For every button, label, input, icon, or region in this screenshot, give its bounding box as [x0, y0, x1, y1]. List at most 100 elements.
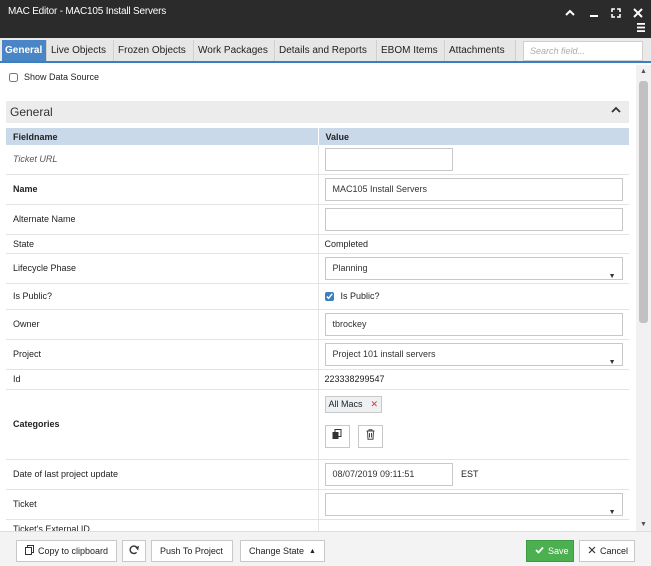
trash-icon: [366, 429, 375, 443]
tab-ebom-items[interactable]: EBOM Items: [378, 40, 445, 61]
is-public-checkbox-label: Is Public?: [340, 291, 380, 301]
delete-category-button[interactable]: [358, 424, 384, 448]
chevron-up-icon[interactable]: [611, 105, 621, 117]
is-public-toggle[interactable]: Is Public?: [324, 291, 623, 301]
tab-attachments[interactable]: Attachments: [446, 40, 516, 61]
copy-icon: [332, 429, 342, 443]
name-input[interactable]: MAC105 Install Servers: [324, 177, 623, 201]
show-data-source-checkbox[interactable]: [9, 72, 18, 82]
caret-down-icon: ▼: [608, 508, 616, 516]
show-data-source-label: Show Data Source: [24, 72, 100, 82]
field-label-project: Project: [6, 339, 319, 370]
vertical-scrollbar[interactable]: ▲ ▼: [636, 65, 651, 531]
window-title: MAC Editor - MAC105 Install Servers: [8, 6, 167, 17]
lifecycle-phase-select[interactable]: Planning ▼: [324, 256, 623, 280]
copy-icon: [25, 545, 34, 557]
owner-input[interactable]: tbrockey: [324, 312, 623, 336]
caret-up-icon: ▲: [309, 547, 316, 555]
field-label-ticket: Ticket: [6, 489, 319, 520]
show-data-source[interactable]: Show Data Source: [9, 72, 99, 82]
close-icon: [588, 546, 596, 556]
project-value: Project 101 install servers: [332, 348, 436, 359]
category-chip: All Macs ✕: [324, 395, 383, 413]
table-row: Categories All Macs ✕: [6, 389, 629, 460]
table-row: Ticket's External ID: [6, 519, 629, 531]
table-row: Lifecycle Phase Planning ▼: [6, 253, 629, 284]
change-state-label: Change State: [249, 546, 305, 556]
table-row: Owner tbrockey: [6, 309, 629, 340]
cancel-button[interactable]: Cancel: [579, 540, 635, 562]
table-row: Project Project 101 install servers ▼: [6, 339, 629, 370]
table-row: Ticket URL: [6, 145, 629, 175]
scroll-up-arrow-icon[interactable]: ▲: [639, 67, 648, 76]
field-label-is-public: Is Public?: [6, 283, 319, 310]
tab-work-packages[interactable]: Work Packages: [195, 40, 275, 61]
field-label-name: Name: [6, 174, 319, 205]
table-row: Is Public? Is Public?: [6, 283, 629, 310]
push-to-project-button[interactable]: Push To Project: [151, 540, 233, 562]
ticket-select[interactable]: ▼: [324, 492, 623, 516]
table-row: Id 223338299547: [6, 369, 629, 390]
fullscreen-icon[interactable]: [609, 6, 623, 20]
field-label-id: Id: [6, 369, 319, 390]
project-select[interactable]: Project 101 install servers ▼: [324, 342, 623, 366]
is-public-checkbox[interactable]: [324, 291, 334, 301]
refresh-button[interactable]: [122, 540, 146, 562]
field-label-owner: Owner: [6, 309, 319, 340]
field-label-categories: Categories: [6, 389, 319, 460]
table-header-row: Fieldname Value: [6, 128, 630, 145]
field-label-state: State: [6, 234, 319, 254]
copy-category-button[interactable]: [324, 424, 350, 448]
remove-chip-icon[interactable]: ✕: [371, 399, 379, 409]
tab-live-objects[interactable]: Live Objects: [48, 40, 114, 61]
save-button[interactable]: Save: [526, 540, 574, 562]
tab-bar: General Live Objects Frozen Objects Work…: [0, 38, 651, 63]
section-header-general[interactable]: General: [6, 101, 629, 123]
category-chip-label: All Macs: [328, 398, 363, 409]
ticket-external-id-value: [318, 519, 629, 531]
menu-icon[interactable]: [634, 20, 648, 34]
field-label-date-last-update: Date of last project update: [6, 459, 319, 490]
field-label-ticket-external-id: Ticket's External ID: [6, 519, 319, 531]
field-label-alternate-name: Alternate Name: [6, 204, 319, 235]
content-area: Show Data Source General Fieldname Value…: [0, 65, 651, 531]
save-label: Save: [548, 546, 569, 556]
search-input[interactable]: [523, 41, 643, 61]
scrollbar-thumb[interactable]: [639, 81, 648, 323]
lifecycle-phase-value: Planning: [332, 262, 368, 273]
tab-general[interactable]: General: [2, 40, 47, 61]
id-value: 223338299547: [318, 369, 629, 390]
title-bar: MAC Editor - MAC105 Install Servers: [0, 0, 651, 38]
copy-to-clipboard-button[interactable]: Copy to clipboard: [16, 540, 117, 562]
table-row: State Completed: [6, 234, 629, 254]
minimize-icon[interactable]: [587, 6, 601, 20]
section-title: General: [10, 105, 53, 119]
field-label-ticket-url: Ticket URL: [6, 145, 319, 175]
refresh-icon: [129, 545, 139, 557]
table-row: Alternate Name: [6, 204, 629, 235]
cancel-label: Cancel: [600, 546, 629, 556]
tab-frozen-objects[interactable]: Frozen Objects: [115, 40, 194, 61]
change-state-button[interactable]: Change State ▲: [240, 540, 325, 562]
tab-details-and-reports[interactable]: Details and Reports: [276, 40, 377, 61]
table-row: Name MAC105 Install Servers: [6, 174, 629, 205]
alternate-name-input[interactable]: [324, 207, 623, 231]
caret-down-icon: ▼: [608, 272, 616, 280]
table-row: Ticket ▼: [6, 489, 629, 520]
ticket-url-input[interactable]: [324, 147, 453, 171]
table-row: Date of last project update 08/07/2019 0…: [6, 459, 629, 490]
caret-down-icon: ▼: [608, 358, 616, 366]
field-label-lifecycle-phase: Lifecycle Phase: [6, 253, 319, 284]
copy-to-clipboard-label: Copy to clipboard: [38, 546, 109, 556]
close-icon[interactable]: [631, 6, 645, 20]
date-last-update-input[interactable]: 08/07/2019 09:11:51: [324, 462, 453, 486]
scroll-down-arrow-icon[interactable]: ▼: [639, 520, 648, 529]
column-header-fieldname: Fieldname: [6, 128, 319, 145]
fields-table: Fieldname Value Ticket URL Name MAC105 I…: [6, 128, 630, 531]
footer-bar: Copy to clipboard Push To Project Change…: [0, 531, 651, 566]
state-value: Completed: [318, 234, 629, 254]
column-header-value: Value: [318, 128, 630, 145]
timezone-label: EST: [461, 469, 479, 479]
check-icon: [535, 546, 544, 556]
collapse-up-icon[interactable]: [563, 6, 577, 20]
